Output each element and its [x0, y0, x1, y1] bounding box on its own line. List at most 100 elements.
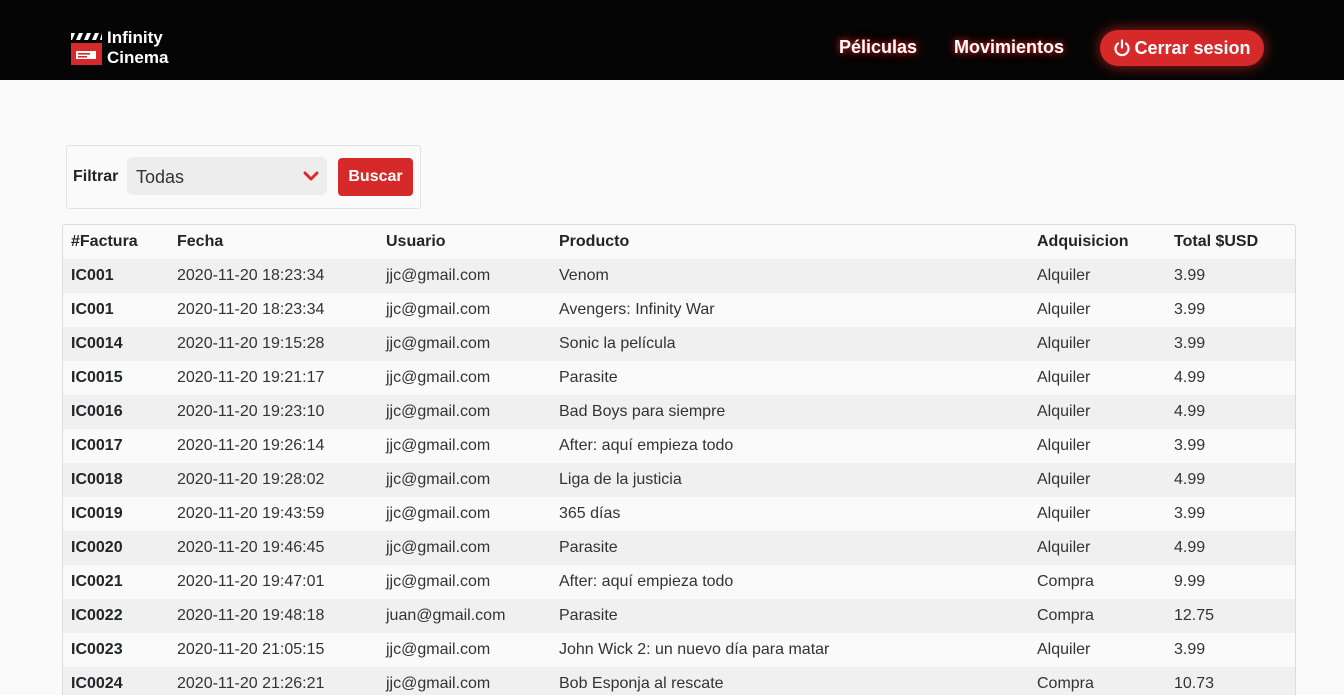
- chevron-down-icon: [303, 171, 319, 181]
- nav-link-peliculas[interactable]: Péliculas: [839, 37, 917, 58]
- table-row: IC0022 2020-11-20 19:48:18 juan@gmail.com P…: [63, 599, 1295, 633]
- table-row: IC0019 2020-11-20 19:43:59 jjc@gmail.com 36…: [63, 497, 1295, 531]
- logout-button[interactable]: Cerrar sesion: [1100, 30, 1264, 66]
- top-navbar: Infinity Cinema Péliculas Movimientos Ce…: [0, 0, 1344, 80]
- table-row: IC0015 2020-11-20 19:21:17 jjc@gmail.com Pa…: [63, 361, 1295, 395]
- factura-cell: IC001: [71, 267, 114, 284]
- total-cell: 4.99: [1174, 471, 1206, 488]
- producto-cell: Parasite: [559, 369, 618, 386]
- usuario-cell: jjc@gmail.com: [386, 301, 491, 318]
- adquisicion-cell: Compra: [1037, 573, 1094, 590]
- producto-cell: Avengers: Infinity War: [559, 301, 715, 318]
- usuario-cell: jjc@gmail.com: [386, 675, 491, 692]
- fecha-cell: 2020-11-20 19:28:02: [177, 471, 325, 488]
- total-cell: 3.99: [1174, 641, 1206, 658]
- column-header-fecha: Fecha: [177, 233, 224, 250]
- filter-selected-value: Todas: [136, 167, 185, 187]
- adquisicion-cell: Alquiler: [1037, 641, 1091, 658]
- brand-name-line1: Infinity: [107, 28, 163, 47]
- total-cell: 3.99: [1174, 335, 1206, 352]
- fecha-cell: 2020-11-20 19:48:18: [177, 607, 325, 624]
- factura-cell: IC0016: [71, 403, 123, 420]
- adquisicion-cell: Alquiler: [1037, 301, 1091, 318]
- adquisicion-cell: Compra: [1037, 607, 1094, 624]
- total-cell: 4.99: [1174, 539, 1206, 556]
- usuario-cell: jjc@gmail.com: [386, 641, 491, 658]
- fecha-cell: 2020-11-20 19:43:59: [177, 505, 325, 522]
- total-cell: 10.73: [1174, 675, 1215, 692]
- factura-cell: IC0017: [71, 437, 123, 454]
- usuario-cell: jjc@gmail.com: [386, 437, 491, 454]
- table-header-row: #Factura Fecha Usuario Producto Adquisic…: [63, 225, 1295, 259]
- adquisicion-cell: Alquiler: [1037, 471, 1091, 488]
- table-row: IC0024 2020-11-20 21:26:21 jjc@gmail.com Bo…: [63, 667, 1295, 695]
- usuario-cell: jjc@gmail.com: [386, 335, 491, 352]
- table-row: IC0016 2020-11-20 19:23:10 jjc@gmail.com Ba…: [63, 395, 1295, 429]
- adquisicion-cell: Alquiler: [1037, 403, 1091, 420]
- column-header-producto: Producto: [559, 233, 630, 250]
- filter-label: Filtrar: [73, 168, 119, 185]
- factura-cell: IC0024: [71, 675, 123, 692]
- producto-cell: Venom: [559, 267, 609, 284]
- factura-cell: IC0021: [71, 573, 123, 590]
- producto-cell: Parasite: [559, 539, 618, 556]
- brand-name-line2: Cinema: [107, 48, 169, 67]
- total-cell: 3.99: [1174, 301, 1206, 318]
- brand-logo[interactable]: Infinity Cinema: [70, 28, 168, 68]
- table-row: IC0014 2020-11-20 19:15:28 jjc@gmail.com So…: [63, 327, 1295, 361]
- filter-select[interactable]: Todas: [127, 157, 327, 195]
- table-row: IC0023 2020-11-20 21:05:15 jjc@gmail.com Jo…: [63, 633, 1295, 667]
- total-cell: 4.99: [1174, 369, 1206, 386]
- nav-link-movimientos[interactable]: Movimientos: [954, 37, 1064, 58]
- factura-cell: IC0022: [71, 607, 123, 624]
- producto-cell: Liga de la justicia: [559, 471, 682, 488]
- adquisicion-cell: Alquiler: [1037, 267, 1091, 284]
- search-button[interactable]: Buscar: [338, 158, 413, 196]
- adquisicion-cell: Alquiler: [1037, 437, 1091, 454]
- total-cell: 9.99: [1174, 573, 1206, 590]
- power-icon: [1114, 39, 1131, 57]
- table-row: IC001 2020-11-20 18:23:34 jjc@gmail.com Ven…: [63, 259, 1295, 293]
- fecha-cell: 2020-11-20 18:23:34: [177, 301, 325, 318]
- fecha-cell: 2020-11-20 19:15:28: [177, 335, 325, 352]
- producto-cell: Bad Boys para siempre: [559, 403, 726, 420]
- factura-cell: IC0015: [71, 369, 123, 386]
- total-cell: 12.75: [1174, 607, 1215, 624]
- factura-cell: IC0023: [71, 641, 123, 658]
- producto-cell: After: aquí empieza todo: [559, 573, 734, 590]
- producto-cell: 365 días: [559, 505, 621, 522]
- factura-cell: IC0014: [71, 335, 123, 352]
- producto-cell: John Wick 2: un nuevo día para matar: [559, 641, 830, 658]
- producto-cell: Bob Esponja al rescate: [559, 675, 724, 692]
- invoices-table-container: #Factura Fecha Usuario Producto Adquisic…: [62, 224, 1296, 695]
- fecha-cell: 2020-11-20 19:47:01: [177, 573, 325, 590]
- fecha-cell: 2020-11-20 19:23:10: [177, 403, 325, 420]
- fecha-cell: 2020-11-20 19:26:14: [177, 437, 325, 454]
- producto-cell: Sonic la película: [559, 335, 676, 352]
- usuario-cell: juan@gmail.com: [386, 607, 506, 624]
- clapperboard-icon: [71, 33, 102, 65]
- adquisicion-cell: Alquiler: [1037, 335, 1091, 352]
- total-cell: 3.99: [1174, 267, 1206, 284]
- fecha-cell: 2020-11-20 18:23:34: [177, 267, 325, 284]
- adquisicion-cell: Alquiler: [1037, 505, 1091, 522]
- total-cell: 3.99: [1174, 437, 1206, 454]
- table-row: IC0018 2020-11-20 19:28:02 jjc@gmail.com Li…: [63, 463, 1295, 497]
- usuario-cell: jjc@gmail.com: [386, 369, 491, 386]
- usuario-cell: jjc@gmail.com: [386, 471, 491, 488]
- invoices-table: #Factura Fecha Usuario Producto Adquisic…: [63, 225, 1295, 695]
- column-header-usuario: Usuario: [386, 233, 446, 250]
- column-header-adquisicion: Adquisicion: [1037, 233, 1129, 250]
- fecha-cell: 2020-11-20 21:26:21: [177, 675, 325, 692]
- table-row: IC0020 2020-11-20 19:46:45 jjc@gmail.com Pa…: [63, 531, 1295, 565]
- adquisicion-cell: Alquiler: [1037, 369, 1091, 386]
- usuario-cell: jjc@gmail.com: [386, 539, 491, 556]
- adquisicion-cell: Alquiler: [1037, 539, 1091, 556]
- producto-cell: After: aquí empieza todo: [559, 437, 734, 454]
- column-header-total: Total $USD: [1174, 233, 1259, 250]
- adquisicion-cell: Compra: [1037, 675, 1094, 692]
- column-header-factura: #Factura: [71, 233, 138, 250]
- fecha-cell: 2020-11-20 19:21:17: [177, 369, 325, 386]
- factura-cell: IC0018: [71, 471, 123, 488]
- usuario-cell: jjc@gmail.com: [386, 573, 491, 590]
